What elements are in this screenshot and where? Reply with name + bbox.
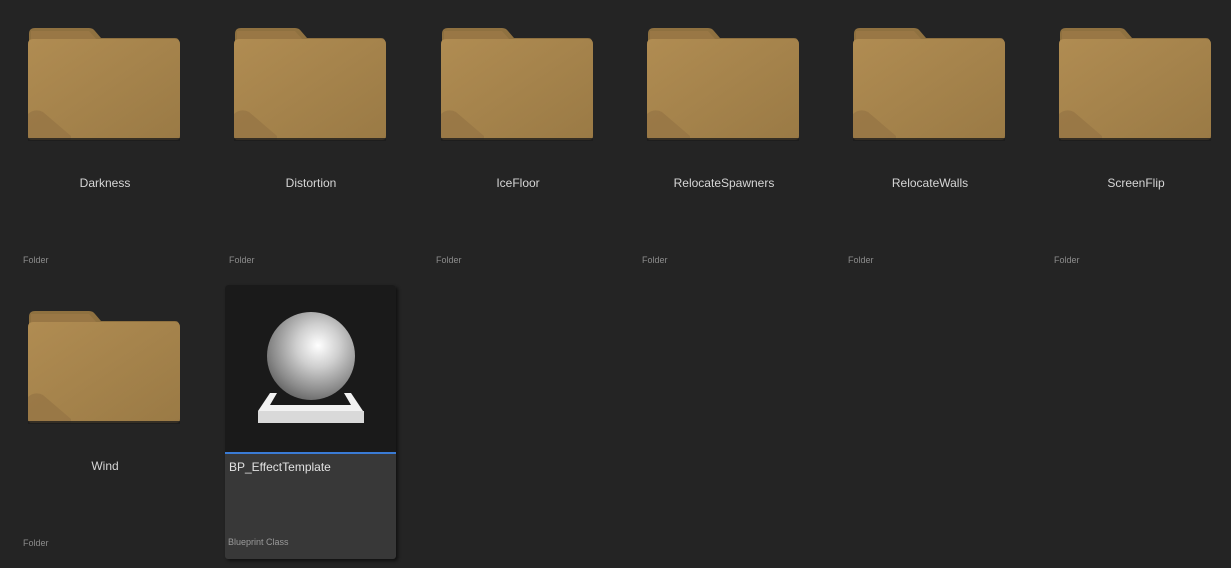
folder-icon bbox=[440, 24, 593, 142]
folder-icon bbox=[646, 24, 799, 142]
folder-name: IceFloor bbox=[496, 176, 540, 190]
folder-type-label: Folder bbox=[23, 255, 49, 265]
asset-thumbnail bbox=[225, 285, 396, 452]
folder-tile-screenflip[interactable]: ScreenFlip Folder bbox=[1054, 0, 1226, 274]
folder-icon bbox=[27, 307, 180, 425]
folder-name: Wind bbox=[91, 459, 119, 473]
folder-icon bbox=[233, 24, 386, 142]
folder-name: RelocateWalls bbox=[891, 176, 969, 190]
folder-tile-icefloor[interactable]: IceFloor Folder bbox=[436, 0, 608, 274]
folder-tile-wind[interactable]: Wind Folder bbox=[23, 283, 195, 557]
folder-tile-relocatespawners[interactable]: RelocateSpawners Folder bbox=[642, 0, 814, 274]
asset-tile-bp-effecttemplate[interactable]: BP_EffectTemplate Blueprint Class bbox=[225, 285, 396, 559]
folder-type-label: Folder bbox=[642, 255, 668, 265]
folder-type-label: Folder bbox=[436, 255, 462, 265]
folder-type-label: Folder bbox=[23, 538, 49, 548]
asset-type-label: Blueprint Class bbox=[228, 537, 289, 547]
folder-icon bbox=[27, 24, 180, 142]
folder-name: ScreenFlip bbox=[1107, 176, 1165, 190]
asset-type-color-bar bbox=[225, 452, 396, 454]
folder-name: Darkness bbox=[79, 176, 131, 190]
folder-type-label: Folder bbox=[229, 255, 255, 265]
blueprint-sphere-icon bbox=[258, 312, 364, 423]
folder-tile-relocatewalls[interactable]: RelocateWalls Folder bbox=[848, 0, 1020, 274]
folder-name: Distortion bbox=[285, 176, 337, 190]
folder-type-label: Folder bbox=[848, 255, 874, 265]
folder-tile-darkness[interactable]: Darkness Folder bbox=[23, 0, 195, 274]
content-browser-grid: Darkness Folder Distortion Folder IceFlo… bbox=[0, 0, 1231, 568]
folder-name: RelocateSpawners bbox=[673, 176, 775, 190]
folder-tile-distortion[interactable]: Distortion Folder bbox=[229, 0, 401, 274]
folder-icon bbox=[1058, 24, 1211, 142]
folder-icon bbox=[852, 24, 1005, 142]
asset-name: BP_EffectTemplate bbox=[229, 460, 331, 474]
folder-type-label: Folder bbox=[1054, 255, 1080, 265]
